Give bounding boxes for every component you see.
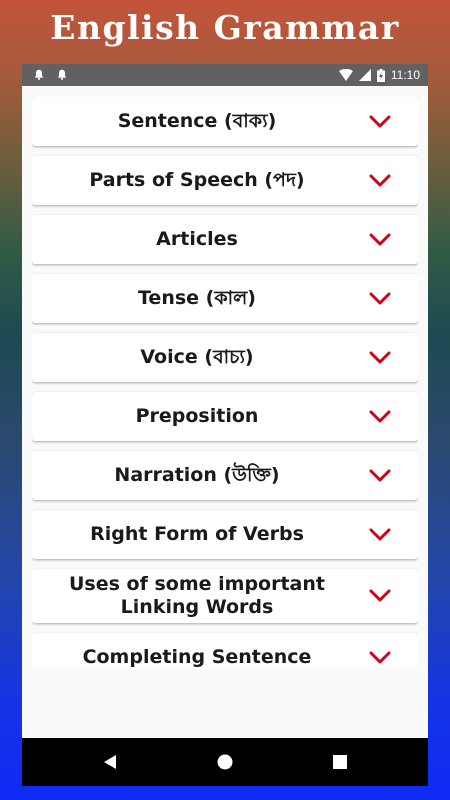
notification-bell-icon xyxy=(34,69,44,80)
chevron-down-icon[interactable] xyxy=(369,174,391,188)
back-icon xyxy=(104,755,116,769)
status-time: 11:10 xyxy=(390,68,420,82)
promo-title: English Grammar xyxy=(50,8,400,47)
battery-charging-icon xyxy=(376,68,385,82)
topic-label: Uses of some important Linking Words xyxy=(69,573,325,618)
navigation-bar xyxy=(22,738,428,786)
back-button[interactable] xyxy=(80,738,140,786)
recents-icon xyxy=(333,755,347,769)
topic-card-voice[interactable]: Voice (বাচ্য) xyxy=(32,333,418,382)
chevron-down-icon[interactable] xyxy=(369,292,391,306)
topic-card-sentence[interactable]: Sentence (বাক্য) xyxy=(32,97,418,146)
topic-label: Tense (কাল) xyxy=(138,287,256,309)
home-button[interactable] xyxy=(195,738,255,786)
topic-label: Articles xyxy=(156,228,238,250)
chevron-down-icon[interactable] xyxy=(369,469,391,483)
topic-label: Sentence (বাক্য) xyxy=(117,110,277,132)
phone-screen: 11:10 Sentence (বাক্য) Parts of Speech (… xyxy=(22,64,428,786)
topic-label: Preposition xyxy=(135,405,259,427)
chevron-down-icon[interactable] xyxy=(369,410,391,424)
topic-label: Parts of Speech (পদ) xyxy=(89,169,305,191)
wifi-icon xyxy=(338,69,353,81)
topic-card-completing-sentence[interactable]: Completing Sentence xyxy=(32,633,418,668)
topic-card-preposition[interactable]: Preposition xyxy=(32,392,418,441)
topic-card-articles[interactable]: Articles xyxy=(32,215,418,264)
topic-label: Completing Sentence xyxy=(82,646,312,668)
notification-bell-icon xyxy=(57,69,67,80)
chevron-down-icon[interactable] xyxy=(369,233,391,247)
topic-card-right-form-of-verbs[interactable]: Right Form of Verbs xyxy=(32,510,418,559)
chevron-down-icon[interactable] xyxy=(369,528,391,542)
topic-label: Narration (উক্তি) xyxy=(114,464,280,486)
recents-button[interactable] xyxy=(310,738,370,786)
home-icon xyxy=(217,754,233,770)
topic-card-tense[interactable]: Tense (কাল) xyxy=(32,274,418,323)
topic-card-narration[interactable]: Narration (উক্তি) xyxy=(32,451,418,500)
topic-label: Right Form of Verbs xyxy=(90,523,304,545)
chevron-down-icon[interactable] xyxy=(369,351,391,365)
status-bar: 11:10 xyxy=(22,64,428,86)
chevron-down-icon[interactable] xyxy=(369,589,391,603)
topic-label: Voice (বাচ্য) xyxy=(140,346,254,368)
signal-icon xyxy=(358,69,371,81)
topic-card-parts-of-speech[interactable]: Parts of Speech (পদ) xyxy=(32,156,418,205)
topic-list[interactable]: Sentence (বাক্য) Parts of Speech (পদ) Ar… xyxy=(32,97,418,668)
chevron-down-icon[interactable] xyxy=(369,115,391,129)
chevron-down-icon[interactable] xyxy=(369,651,391,665)
topic-card-linking-words[interactable]: Uses of some important Linking Words xyxy=(32,569,418,623)
